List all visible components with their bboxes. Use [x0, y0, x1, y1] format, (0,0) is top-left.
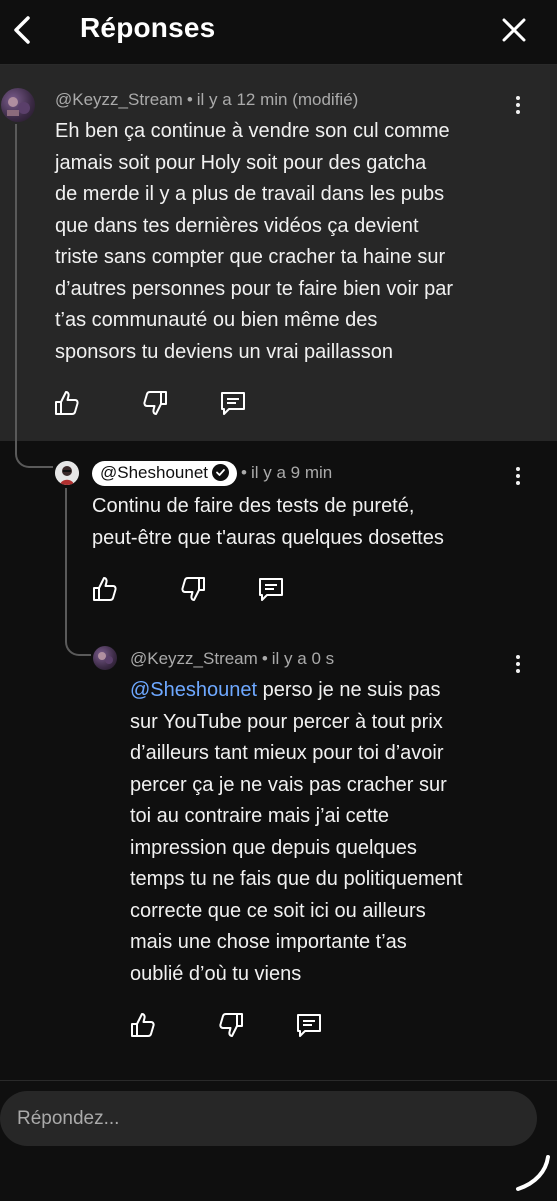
- header: Réponses: [0, 0, 557, 65]
- comment-meta: @Sheshounet • il y a 9 min: [92, 461, 332, 486]
- comment-timestamp: il y a 9 min: [250, 463, 333, 482]
- avatar[interactable]: [93, 646, 117, 670]
- scroll-handle-icon[interactable]: [512, 1153, 552, 1193]
- comment-meta: @Keyzz_Stream • il y a 12 min (modifié): [55, 90, 359, 109]
- chevron-left-icon[interactable]: [6, 12, 42, 48]
- comment-author[interactable]: @Keyzz_Stream: [130, 649, 258, 668]
- reply-input[interactable]: Répondez...: [0, 1091, 537, 1146]
- thumbs-down-icon[interactable]: [217, 1011, 245, 1039]
- thread-line: [15, 124, 53, 468]
- page-title: Réponses: [80, 12, 216, 43]
- comment-icon[interactable]: [295, 1011, 323, 1039]
- thread-line: [65, 488, 91, 656]
- reply-bar: Répondez...: [0, 1080, 557, 1201]
- thumbs-up-icon[interactable]: [129, 1011, 157, 1039]
- close-icon[interactable]: [496, 12, 532, 48]
- thumbs-down-icon[interactable]: [141, 389, 169, 417]
- thumbs-down-icon[interactable]: [179, 575, 207, 603]
- comment-timestamp: il y a 12 min (modifié): [196, 90, 359, 109]
- comment-icon[interactable]: [257, 575, 285, 603]
- comment-icon[interactable]: [219, 389, 247, 417]
- thumbs-up-icon[interactable]: [53, 389, 81, 417]
- comment-meta: @Keyzz_Stream • il y a 0 s: [130, 649, 335, 668]
- avatar[interactable]: [55, 461, 79, 485]
- comment-text: @Sheshounet perso je ne suis pas sur You…: [130, 679, 463, 985]
- comment-author[interactable]: @Keyzz_Stream: [55, 90, 183, 109]
- more-vert-icon[interactable]: [513, 467, 523, 491]
- comment-timestamp: il y a 0 s: [271, 649, 335, 668]
- mention-link[interactable]: @Sheshounet: [130, 679, 257, 701]
- verified-icon: [212, 464, 230, 481]
- comment-text: Eh ben ça continue à vendre son cul comm…: [55, 120, 454, 363]
- channel-owner-badge[interactable]: @Sheshounet: [92, 461, 238, 486]
- comment-text: Continu de faire des tests de pureté, pe…: [92, 495, 444, 549]
- avatar[interactable]: [1, 88, 35, 122]
- thumbs-up-icon[interactable]: [91, 575, 119, 603]
- reply-placeholder: Répondez...: [17, 1108, 120, 1129]
